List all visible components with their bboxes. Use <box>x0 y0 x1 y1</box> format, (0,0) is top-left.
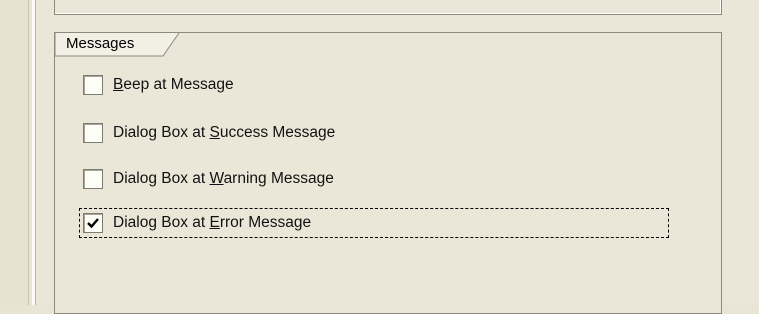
success-message-label: Dialog Box at Success Message <box>113 124 336 141</box>
error-message-option[interactable]: Dialog Box at Error Message <box>83 210 311 236</box>
error-message-checkbox[interactable] <box>83 213 103 233</box>
success-message-option[interactable]: Dialog Box at Success Message <box>83 120 335 146</box>
warning-message-checkbox[interactable] <box>83 169 103 189</box>
warning-message-option[interactable]: Dialog Box at Warning Message <box>83 166 334 192</box>
warning-message-label: Dialog Box at Warning Message <box>113 170 334 187</box>
success-message-checkbox[interactable] <box>83 123 103 143</box>
checkmark-icon <box>87 218 99 229</box>
upper-group-box <box>54 0 722 15</box>
messages-group-box: Messages Beep at Message Dialog Box at S… <box>54 32 722 314</box>
beep-at-message-checkbox[interactable] <box>83 75 103 95</box>
beep-at-message-option[interactable]: Beep at Message <box>83 72 234 98</box>
group-title: Messages <box>66 35 135 52</box>
error-message-label: Dialog Box at Error Message <box>113 214 312 231</box>
left-panel-edge <box>0 0 29 305</box>
beep-at-message-label: Beep at Message <box>113 76 234 93</box>
